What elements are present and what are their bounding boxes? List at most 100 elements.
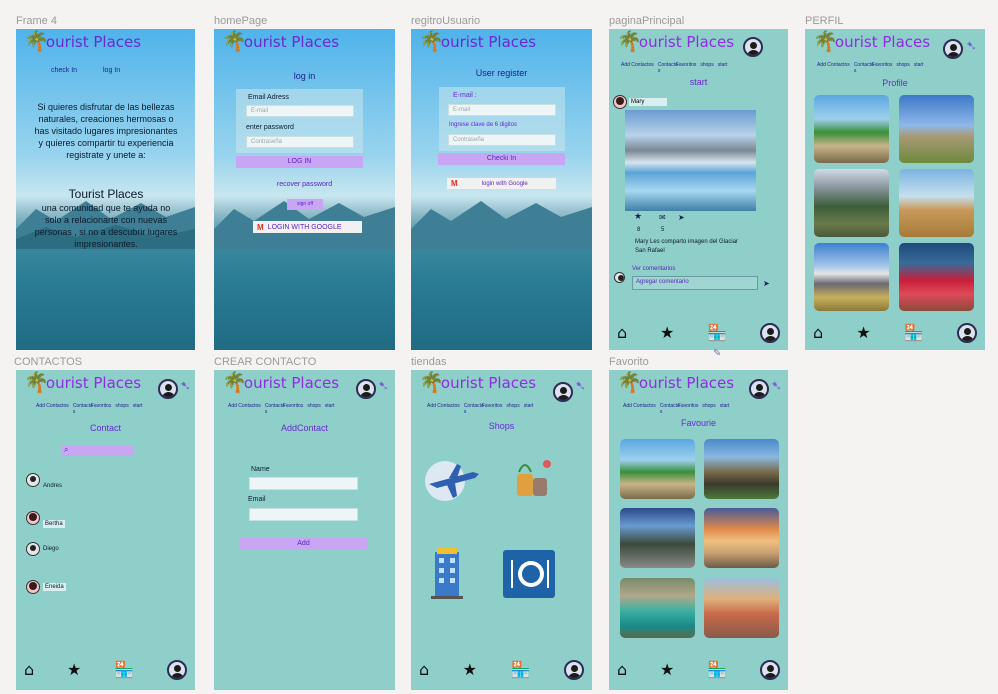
star-icon[interactable]: ★ (856, 325, 870, 341)
menu-start[interactable]: start (720, 403, 730, 415)
menu-add-contacts[interactable]: Add Contactos (36, 403, 69, 415)
menu-start[interactable]: start (133, 403, 143, 415)
menu-favorites[interactable]: Favoritos (482, 403, 503, 415)
shop-icon[interactable]: 🏪 (114, 662, 134, 678)
menu-favorites[interactable]: Favoritos (676, 62, 697, 74)
menu-shops[interactable]: shops (506, 403, 519, 415)
menu-shops[interactable]: shops (700, 62, 713, 74)
menu-start[interactable]: start (524, 403, 534, 415)
email-input[interactable]: E-mail (246, 105, 354, 117)
profile-photo-4[interactable] (899, 169, 974, 237)
favorite-arrow-icon[interactable]: ➷ (378, 379, 389, 394)
star-icon[interactable]: ★ (660, 662, 674, 678)
register-email-input[interactable]: E-mail (448, 104, 556, 116)
like-star-icon[interactable]: ★ (634, 212, 642, 222)
home-icon[interactable]: ⌂ (813, 325, 823, 341)
menu-shops[interactable]: shops (702, 403, 715, 415)
profile-avatar[interactable] (356, 379, 376, 399)
name-input[interactable] (249, 477, 358, 490)
check-in-button[interactable]: Checki In (438, 153, 565, 165)
menu-contacts[interactable]: Contacto s (660, 403, 680, 415)
comment-input[interactable]: Agregar comentario (632, 276, 758, 290)
check-in-link[interactable]: check In (51, 67, 77, 74)
menu-favorites[interactable]: Favoritos (91, 403, 112, 415)
menu-shops[interactable]: shops (115, 403, 128, 415)
shop-icon[interactable]: 🏪 (707, 662, 727, 678)
favorite-arrow-icon[interactable]: ➷ (575, 379, 586, 394)
favorite-photo-4[interactable] (704, 508, 779, 568)
home-icon[interactable]: ⌂ (617, 662, 627, 678)
contact-item[interactable]: Andres (26, 471, 62, 489)
password-input[interactable]: Contraseña (246, 136, 354, 148)
favorite-photo-1[interactable] (620, 439, 695, 499)
profile-avatar[interactable] (749, 379, 769, 399)
menu-shops[interactable]: shops (307, 403, 320, 415)
profile-photo-2[interactable] (899, 95, 974, 163)
contact-item[interactable]: Eneida (26, 580, 66, 594)
sign-off-button[interactable]: sign off (287, 199, 323, 210)
shop-icon[interactable]: 🏪 (904, 325, 924, 341)
contact-search-input[interactable]: ⌕ (62, 445, 133, 456)
menu-start[interactable]: start (914, 62, 924, 74)
contact-item[interactable]: Bertha (26, 508, 65, 528)
menu-contacts[interactable]: Contacto s (73, 403, 93, 415)
menu-add-contacts[interactable]: Add Contactos (228, 403, 261, 415)
profile-nav-avatar[interactable] (956, 323, 977, 343)
menu-favorites[interactable]: Favoritos (678, 403, 699, 415)
menu-start[interactable]: start (325, 403, 335, 415)
send-comment-icon[interactable]: ➤ (763, 279, 770, 288)
menu-start[interactable]: start (718, 62, 728, 74)
profile-photo-6[interactable] (899, 243, 974, 311)
star-icon[interactable]: ★ (463, 662, 477, 678)
menu-shops[interactable]: shops (896, 62, 909, 74)
share-send-icon[interactable]: ➤ (678, 213, 685, 222)
register-password-input[interactable]: Contraseña (448, 134, 556, 146)
favorite-arrow-icon[interactable]: ➷ (966, 39, 977, 54)
menu-contacts[interactable]: Contacto s (265, 403, 285, 415)
menu-contacts[interactable]: Contacto s (464, 403, 484, 415)
favorite-arrow-icon[interactable]: ➷ (180, 379, 191, 394)
home-icon[interactable]: ⌂ (24, 662, 34, 678)
home-icon[interactable]: ⌂ (617, 325, 627, 341)
login-button[interactable]: LOG IN (236, 156, 363, 168)
message-icon[interactable]: ✉ (659, 213, 666, 222)
profile-avatar[interactable] (743, 37, 763, 57)
favorite-photo-6[interactable] (704, 578, 779, 638)
log-in-link[interactable]: log In (103, 67, 120, 74)
contact-item[interactable]: Diego (26, 542, 59, 556)
profile-photo-1[interactable] (814, 95, 889, 163)
profile-avatar[interactable] (553, 382, 573, 402)
menu-add-contacts[interactable]: Add Contactos (621, 62, 654, 74)
star-icon[interactable]: ★ (660, 325, 674, 341)
menu-add-contacts[interactable]: Add Contactos (427, 403, 460, 415)
profile-avatar[interactable] (943, 39, 963, 59)
profile-photo-5[interactable] (814, 243, 889, 311)
profile-nav-avatar[interactable] (760, 660, 780, 680)
menu-favorites[interactable]: Favoritos (283, 403, 304, 415)
register-google-button[interactable]: M login with Google (447, 178, 556, 189)
airplane-icon[interactable] (423, 458, 483, 504)
profile-avatar[interactable] (158, 379, 178, 399)
menu-add-contacts[interactable]: Add Contactos (817, 62, 850, 74)
restaurant-icon[interactable] (503, 550, 555, 598)
favorite-arrow-icon[interactable]: ➷ (771, 379, 782, 394)
favorite-photo-2[interactable] (704, 439, 779, 499)
google-login-button[interactable]: M LOGIN WITH GOOGLE (253, 221, 362, 233)
email-input[interactable] (249, 508, 358, 521)
star-icon[interactable]: ★ (67, 662, 81, 678)
shop-icon[interactable]: 🏪 (707, 325, 727, 341)
home-icon[interactable]: ⌂ (419, 662, 429, 678)
add-contact-button[interactable]: Add (240, 538, 367, 550)
luggage-icon[interactable] (507, 458, 557, 500)
menu-favorites[interactable]: Favoritos (872, 62, 893, 74)
hotel-icon[interactable] (429, 548, 465, 600)
post-image[interactable] (625, 110, 756, 211)
profile-nav-avatar[interactable] (563, 660, 584, 680)
menu-add-contacts[interactable]: Add Contactos (623, 403, 656, 415)
favorite-photo-3[interactable] (620, 508, 695, 568)
menu-contacts[interactable]: Contacto s (854, 62, 874, 74)
view-comments-link[interactable]: Ver comentarios (632, 266, 675, 272)
menu-contacts[interactable]: Contacto s (658, 62, 678, 74)
recover-password-link[interactable]: recover password (214, 181, 395, 188)
profile-nav-avatar[interactable] (167, 660, 187, 680)
